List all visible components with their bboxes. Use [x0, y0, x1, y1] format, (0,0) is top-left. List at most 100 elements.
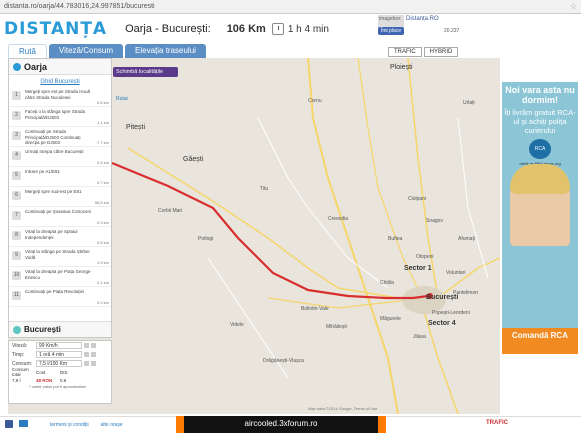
step-number: 2 — [12, 111, 21, 120]
facebook-widget: imagebox Distanța.RO Îmi place 20.237 — [378, 15, 488, 43]
dist-value: 0.6 — [60, 377, 67, 383]
plus-icon[interactable] — [84, 361, 89, 366]
facebook-like-button[interactable]: Îmi place — [378, 27, 405, 35]
ad-cta-button[interactable]: Comandă RCA — [502, 328, 578, 354]
direction-step[interactable]: 7 Continuați pe Șoseaua Cotroceni 0,3 km — [9, 207, 111, 227]
map-label: Videle — [230, 322, 244, 328]
step-distance: 7,7 km — [96, 140, 109, 145]
star-icon[interactable]: ☆ — [570, 2, 577, 11]
direction-step[interactable]: 2 Faceți o la stânga spre Strada Principa… — [9, 107, 111, 127]
footer-links: termeni și condiții alte orașe — [50, 422, 123, 428]
forum-watermark: aircooled.3xforum.ro — [176, 416, 386, 433]
tab-bar: Rută Viteză/Consum Elevația traseului — [8, 44, 208, 58]
swap-locations-button[interactable]: Schimbă localitățile — [113, 67, 178, 77]
hybrid-button[interactable]: HYBRID — [423, 47, 459, 57]
map-label: Titu — [260, 186, 269, 192]
step-distance: 96,5 km — [94, 200, 109, 205]
speed-input[interactable]: 99 Km/h — [36, 342, 82, 349]
route-duration: 1 h 4 min — [271, 23, 329, 35]
traffic-brand-logo[interactable]: TRAFIC — [486, 420, 508, 426]
map-label: Buftea — [388, 236, 403, 242]
address-bar[interactable]: distanta.ro/oarja/44.783016,24.997851/bu… — [4, 3, 155, 10]
direction-step[interactable]: 1 Mergeți spre est pe Strada Houă către S… — [9, 87, 111, 107]
step-distance: 0,3 km — [96, 220, 109, 225]
direction-step[interactable]: 9 Virați la stânga pe Strada Știrbei Vodă… — [9, 247, 111, 267]
step-number: 5 — [12, 171, 21, 180]
step-text: Mergeți spre est pe Strada Houă către St… — [25, 89, 91, 100]
step-distance: 0,1 km — [96, 280, 109, 285]
step-text: Virați la stânga pe Strada Știrbei Vodă — [25, 249, 90, 260]
direction-step[interactable]: 10 Virați la dreapta pe Piața George Enes… — [9, 267, 111, 287]
map-label: București — [426, 294, 459, 301]
speed-label: Viteză: — [12, 342, 28, 349]
ad-title: Noi vara asta nu dormim! — [505, 85, 575, 105]
step-distance: 1,9 km — [96, 260, 109, 265]
map-type-controls: TRAFIC HYBRID — [386, 47, 459, 57]
consumption-input[interactable]: 7,5 l/100 Km — [36, 360, 82, 367]
guide-link[interactable]: Ghid București — [9, 75, 111, 87]
step-text: Continuați pe Piața Revoluției — [25, 289, 85, 294]
step-text: Continuați pe Șoseaua Cotroceni — [25, 209, 92, 214]
step-text: Urmați rampa către București — [25, 149, 84, 154]
minus-icon[interactable] — [91, 352, 96, 357]
direction-step[interactable]: 11 Continuați pe Piața Revoluției 0,2 km — [9, 287, 111, 307]
origin-name: Oarja — [24, 61, 48, 72]
step-number: 4 — [12, 151, 21, 160]
tab-viteza-consum[interactable]: Viteză/Consum — [48, 44, 124, 58]
map-label: Afumați — [458, 236, 475, 242]
direction-step[interactable]: 3 Continuați pe Strada Principală/DJ503 C… — [9, 127, 111, 147]
step-distance: 0,6 km — [96, 100, 109, 105]
map-label: Măgurele — [380, 316, 401, 322]
step-number: 7 — [12, 211, 21, 220]
step-text: Virați la dreapta pe Splaiul Independenț… — [25, 229, 78, 240]
direction-step[interactable]: 4 Urmați rampa către București 0,4 km — [9, 147, 111, 167]
map-ruta-link[interactable]: Rutar — [116, 96, 128, 102]
map-label: Potlogi — [198, 236, 214, 242]
map-label: Cornu — [308, 98, 322, 104]
approximation-note: * unele valori pot fi aproximative — [29, 384, 86, 389]
time-input[interactable]: 1 oră 4 min — [36, 351, 82, 358]
destination-name: București — [24, 325, 61, 334]
step-distance: 0,2 km — [96, 300, 109, 305]
browser-bar: distanta.ro/oarja/44.783016,24.997851/bu… — [0, 0, 581, 14]
plus-icon[interactable] — [84, 352, 89, 357]
map-label: Sector 1 — [404, 265, 432, 272]
direction-step[interactable]: 5 Intrare pe A1/E81 0,7 km — [9, 167, 111, 187]
trip-stats: Viteză: 99 Km/h Timp: 1 oră 4 min Consum… — [8, 340, 112, 404]
total-consumption-value: 7,9 l — [12, 377, 21, 383]
step-number: 6 — [12, 191, 21, 200]
facebook-page-name[interactable]: Distanța.RO — [406, 16, 439, 22]
minus-icon[interactable] — [91, 343, 96, 348]
step-number: 9 — [12, 251, 21, 260]
tab-elevatie[interactable]: Elevația traseului — [125, 44, 206, 58]
step-distance: 0,7 km — [96, 180, 109, 185]
facebook-like-count: 20.237 — [444, 28, 460, 34]
minus-icon[interactable] — [91, 361, 96, 366]
direction-step[interactable]: 8 Virați la dreapta pe Splaiul Independen… — [9, 227, 111, 247]
time-label: Timp: — [12, 351, 25, 358]
time-row: Timp: 1 oră 4 min — [9, 350, 111, 359]
site-logo[interactable]: DISTANȚA — [4, 19, 107, 39]
traffic-button[interactable]: TRAFIC — [388, 47, 422, 57]
terms-link[interactable]: termeni și condiții — [50, 422, 89, 428]
step-number: 3 — [12, 131, 21, 140]
tab-ruta[interactable]: Rută — [8, 44, 47, 58]
map-label: Crevedia — [328, 216, 349, 222]
step-text: Virați la dreapta pe Piața George Enescu — [25, 269, 91, 280]
other-cities-link[interactable]: alte orașe — [101, 422, 123, 428]
map-label: Găești — [183, 156, 204, 163]
map-label: Drăgănești-Vlașca — [263, 358, 304, 364]
map-label: Jilava — [413, 334, 426, 340]
map-label: Urlați — [463, 100, 475, 106]
origin-header: Oarja — [9, 59, 111, 75]
direction-step[interactable]: 6 Mergeți spre sud-est pe E81 96,5 km — [9, 187, 111, 207]
plus-icon[interactable] — [84, 343, 89, 348]
cost-value: 48 RON — [36, 377, 53, 383]
step-text: Faceți o la stânga spre Strada Principal… — [25, 109, 86, 120]
step-text: Continuați pe Strada Principală/DJ503 Co… — [25, 129, 81, 145]
facebook-icon[interactable] — [5, 420, 13, 428]
side-advertisement[interactable]: Noi vara asta nu dormim! Îți livrăm grat… — [502, 82, 578, 354]
step-distance: 1,1 km — [96, 120, 109, 125]
map-label: Ciolpani — [408, 196, 427, 202]
mail-icon[interactable] — [19, 420, 28, 427]
